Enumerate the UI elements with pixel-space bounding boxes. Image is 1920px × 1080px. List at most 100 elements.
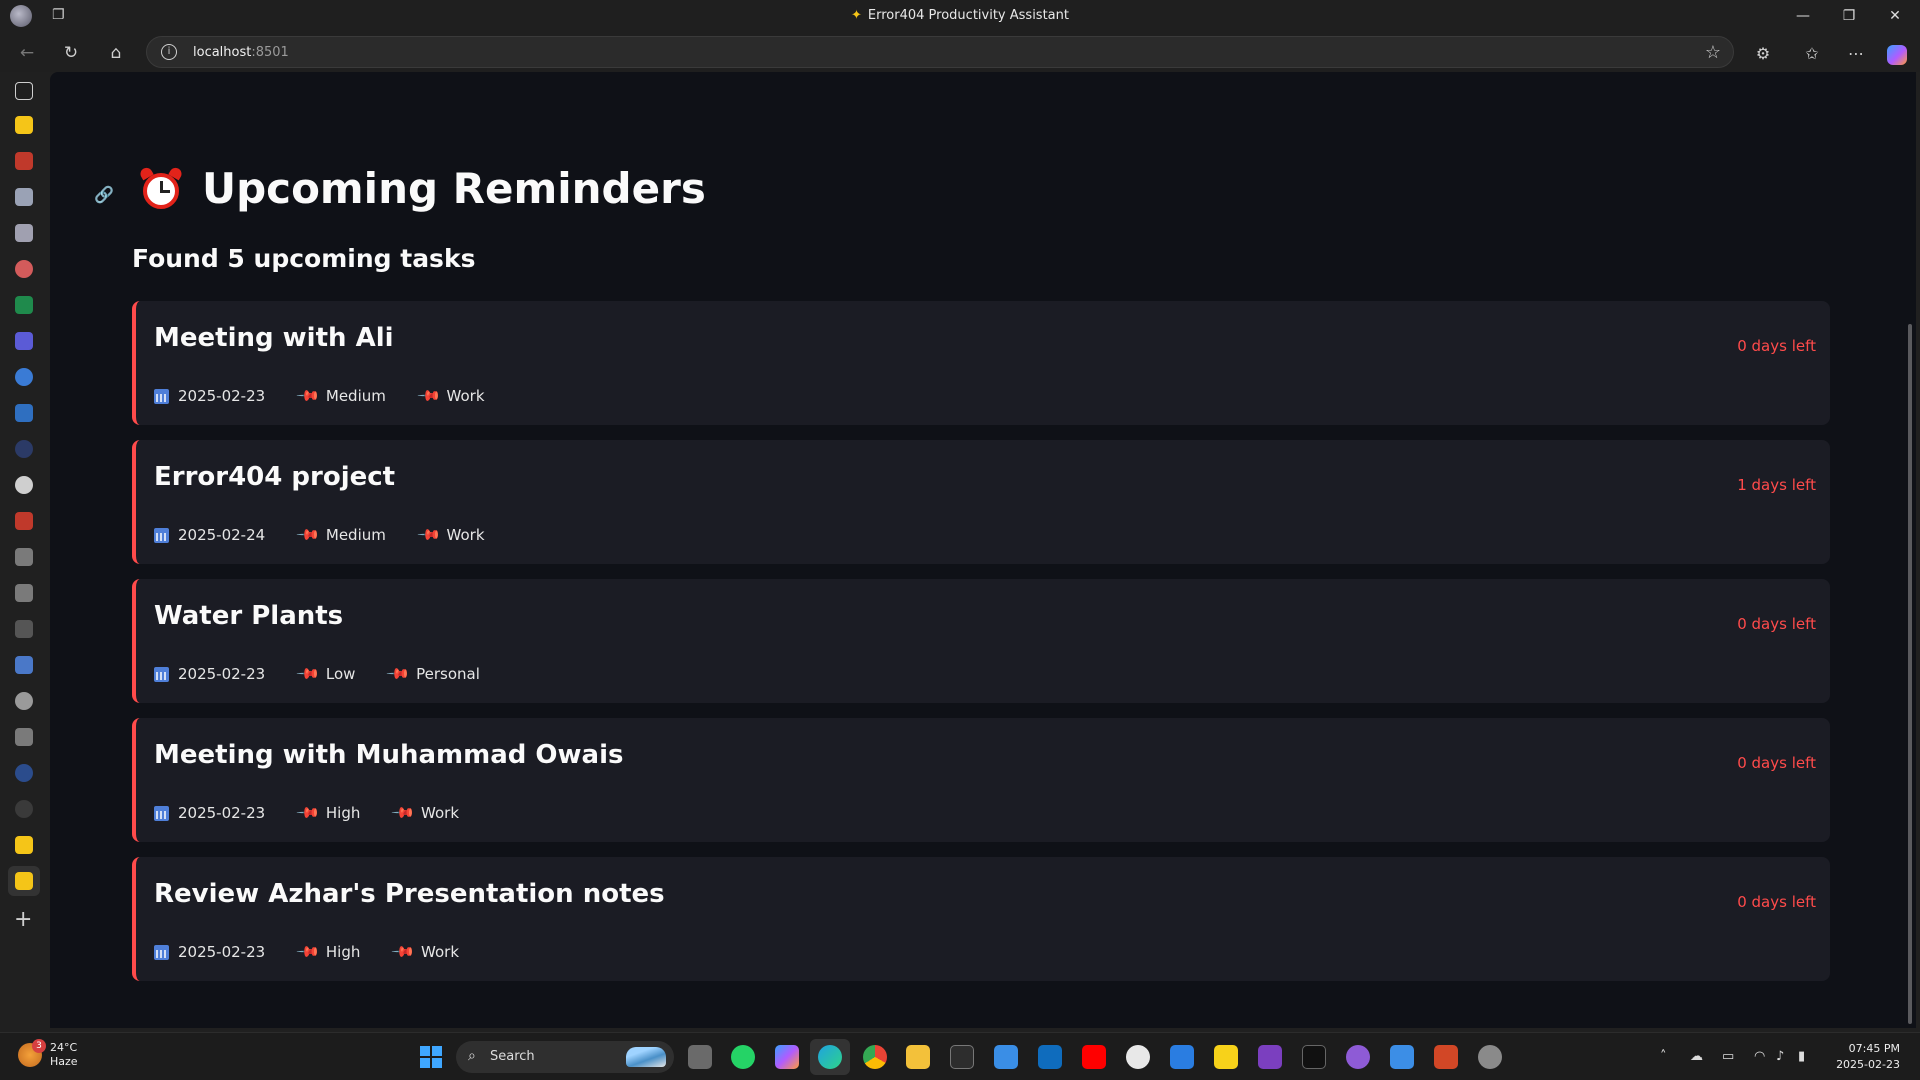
copilot-button[interactable] [1884,40,1910,66]
address-bar[interactable]: i localhost:8501 ☆ [146,36,1734,68]
github-desktop-icon[interactable] [1346,1045,1370,1069]
reminder-category-text: Work [421,804,460,822]
refresh-button[interactable]: ↻ [58,40,84,66]
app-icon-12[interactable] [15,620,33,638]
terminal-icon[interactable] [950,1045,974,1069]
powerpoint-icon[interactable] [1434,1045,1458,1069]
browser-toolbar: ← ↻ ⌂ i localhost:8501 ☆ ⚙ ✩ ⋯ [0,32,1920,72]
weather-desc: Haze [50,1055,78,1068]
reminder-category: 📌 Work [391,939,459,965]
app-icon-4[interactable] [15,260,33,278]
reminder-priority: 📌 Low [296,661,356,687]
url-host: localhost [193,45,252,60]
keyboard-icon[interactable]: ▭ [1722,1049,1734,1064]
anchor-link-icon[interactable]: 🔗 [94,185,114,204]
system-clock[interactable]: 07:45 PM 2025-02-23 [1836,1041,1900,1073]
vertical-tabs-icon[interactable] [15,82,33,100]
app-icon-taskbar-2[interactable] [1302,1045,1326,1069]
chevron-up-icon[interactable]: ˄ [1660,1049,1667,1064]
more-options-icon[interactable]: ⋯ [1843,40,1869,66]
battery-icon[interactable]: ▮ [1798,1049,1805,1064]
onenote-icon[interactable] [1258,1045,1282,1069]
sheets-icon[interactable] [15,296,33,314]
reminder-category: 📌 Work [416,522,484,548]
app-icon-7[interactable] [15,404,33,422]
outlook-icon[interactable] [1038,1045,1062,1069]
app-icon-2[interactable] [15,188,33,206]
reminder-title: Error404 project [154,462,396,492]
app-icon-9[interactable] [15,512,33,530]
app-icon-3[interactable] [15,224,33,242]
app-icon-15[interactable] [15,728,33,746]
app-icon-11[interactable] [15,584,33,602]
favorite-star-icon[interactable]: ☆ [1705,42,1721,63]
todo-icon[interactable] [1170,1045,1194,1069]
scrollbar[interactable] [1908,324,1912,1024]
add-app-icon[interactable]: + [14,909,32,931]
settings-icon[interactable] [1478,1045,1502,1069]
home-button[interactable]: ⌂ [103,40,129,66]
favorites-icon[interactable]: ✩ [1799,40,1825,66]
reminder-priority-text: Low [325,665,356,683]
site-info-icon[interactable]: i [161,44,177,60]
reminder-card: Water Plants 0 days left 2025-02-23 📌 Low 📌 Pe… [132,579,1830,703]
sparkle-app-icon-2[interactable] [15,836,33,854]
weather-widget[interactable]: 3 24°C Haze [18,1039,78,1069]
reminder-meta: 2025-02-24 📌 Medium 📌 Work [154,522,519,548]
restore-button[interactable]: ❐ [1826,4,1872,28]
days-left-label: 0 days left [1737,754,1816,772]
taskbar: 3 24°C Haze ⌕ Search ˄ ☁ ▭ ◠ ♪ ▮ 07:45 P… [0,1032,1920,1080]
weather-badge: 3 [32,1039,46,1053]
calendar-icon [154,944,169,960]
alarm-clock-icon [138,165,184,210]
reminder-date-text: 2025-02-23 [178,943,266,961]
onedrive-icon[interactable]: ☁ [1690,1049,1703,1064]
edge-icon[interactable] [818,1045,842,1069]
sticky-notes-icon[interactable] [1214,1045,1238,1069]
reminder-category: 📌 Personal [386,661,480,687]
start-button[interactable] [420,1046,442,1068]
search-icon: ⌕ [468,1048,476,1064]
app-icon-6[interactable] [15,368,33,386]
reminder-priority: 📌 High [296,800,361,826]
notepad-icon[interactable] [1390,1045,1414,1069]
app-icon-10[interactable] [15,548,33,566]
taskbar-search[interactable]: ⌕ Search [456,1041,674,1073]
volume-icon[interactable]: ♪ [1776,1049,1784,1064]
reminder-category-text: Work [446,387,485,405]
github-icon[interactable] [15,476,33,494]
task-view-icon[interactable] [688,1045,712,1069]
wifi-icon[interactable]: ◠ [1754,1049,1765,1064]
close-button[interactable]: ✕ [1872,4,1918,28]
extensions-icon[interactable]: ⚙ [1750,40,1776,66]
app-icon-14[interactable] [15,692,33,710]
store-icon[interactable] [994,1045,1018,1069]
copilot-taskbar-icon[interactable] [775,1045,799,1069]
app-icon-1[interactable] [15,152,33,170]
page-content: 🔗 Upcoming Reminders Found 5 upcoming ta… [50,72,1916,1028]
calendar-icon [154,666,169,682]
app-icon-taskbar-1[interactable] [1126,1045,1150,1069]
file-explorer-icon[interactable] [906,1045,930,1069]
youtube-icon[interactable] [1082,1045,1106,1069]
reminder-date-text: 2025-02-24 [178,526,266,544]
sparkle-app-icon-active[interactable] [15,872,33,890]
chrome-icon[interactable] [863,1045,887,1069]
reminder-category-text: Personal [416,665,480,683]
app-icon-16[interactable] [15,764,33,782]
app-icon-5[interactable] [15,332,33,350]
clock-time: 07:45 PM [1848,1042,1900,1055]
minimize-button[interactable]: — [1780,4,1826,28]
app-icon-17[interactable] [15,800,33,818]
reminder-meta: 2025-02-23 📌 Medium 📌 Work [154,383,519,409]
app-icon-8[interactable] [15,440,33,458]
app-icon-13[interactable] [15,656,33,674]
reminder-title: Review Azhar's Presentation notes [154,879,665,909]
pushpin-icon: 📌 [416,383,443,409]
pushpin-icon: 📌 [295,383,322,409]
pushpin-icon: 📌 [295,522,322,548]
back-button[interactable]: ← [14,40,40,66]
whatsapp-icon[interactable] [731,1045,755,1069]
sparkle-app-icon[interactable] [15,116,33,134]
reminder-priority-text: Medium [325,526,386,544]
